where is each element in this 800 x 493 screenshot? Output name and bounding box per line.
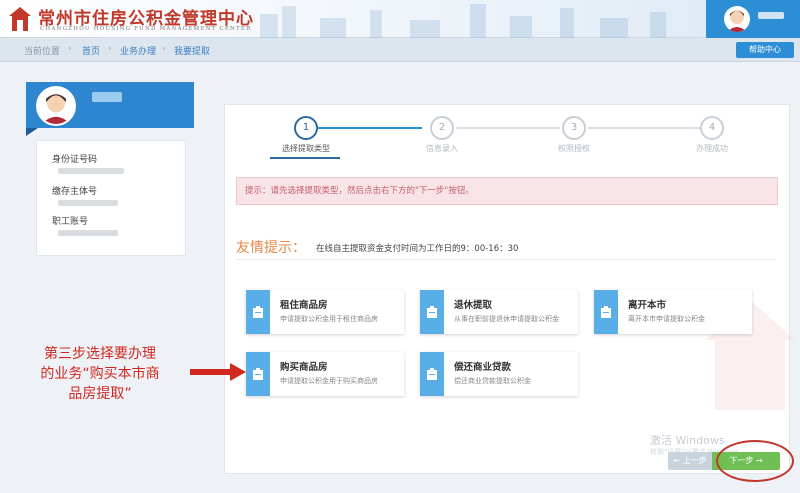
option-desc: 离开本市申请提取公积金 — [628, 315, 705, 323]
id-number-value — [58, 168, 124, 174]
option-desc: 申请提取公积金用于购买商品房 — [280, 377, 378, 385]
option-title: 租住商品房 — [280, 300, 328, 311]
user-menu[interactable] — [706, 0, 800, 38]
right-arrow-icon — [190, 363, 246, 381]
step-4-indicator: 4 — [700, 116, 724, 140]
step-1-indicator: 1 — [294, 116, 318, 140]
document-icon — [420, 290, 444, 334]
annotation-line: 的业务“购买本市商 — [40, 366, 160, 382]
step-connector — [318, 127, 422, 129]
breadcrumb-home[interactable]: 首页 — [82, 44, 100, 57]
option-leave-city[interactable]: 离开本市 离开本市申请提取公积金 — [594, 290, 752, 334]
tutorial-annotation: 第三步选择要办理 的业务“购买本市商 品房提取” — [12, 344, 188, 404]
option-desc: 从事在职前提退休申请提取公积金 — [454, 315, 559, 323]
step-2-indicator: 2 — [430, 116, 454, 140]
option-title: 离开本市 — [628, 300, 667, 311]
highlight-ring — [716, 440, 794, 482]
section-divider — [236, 259, 776, 260]
option-title: 退休提取 — [454, 300, 493, 311]
annotation-line: 品房提取” — [68, 386, 132, 402]
help-center-button[interactable]: 帮助中心 — [736, 42, 794, 58]
instruction-alert: 提示：请先选择提取类型，然后点击右下方的"下一步"按钮。 — [236, 177, 778, 205]
option-retirement[interactable]: 退休提取 从事在职前提退休申请提取公积金 — [420, 290, 578, 334]
active-step-underline — [270, 157, 340, 159]
step-3-label: 权限授权 — [558, 144, 590, 153]
breadcrumb-prefix: 当前位置 — [24, 47, 61, 57]
annotation-line: 第三步选择要办理 — [44, 346, 156, 362]
tip-title: 友情提示： — [236, 240, 306, 256]
document-icon — [246, 352, 270, 396]
employer-number-label: 缴存主体号 — [52, 187, 98, 197]
user-name-redacted — [758, 12, 784, 19]
breadcrumb: 当前位置 › 首页 › 业务办理 › 我要提取 — [0, 38, 800, 62]
option-repay-loan[interactable]: 偿还商业贷款 偿还商业贷款提取公积金 — [420, 352, 578, 396]
step-2-label: 信息录入 — [426, 144, 458, 153]
option-title: 购买商品房 — [280, 362, 328, 373]
step-1-label: 选择提取类型 — [282, 144, 330, 153]
profile-name-redacted — [92, 92, 122, 102]
breadcrumb-separator: › — [162, 44, 166, 54]
account-number-label: 职工账号 — [52, 217, 89, 227]
employer-number-value — [58, 200, 118, 206]
breadcrumb-separator: › — [108, 44, 112, 54]
breadcrumb-withdraw[interactable]: 我要提取 — [174, 44, 210, 57]
site-header: 常州市住房公积金管理中心 CHANGZHOU HOUSING FUND MANA… — [0, 0, 800, 38]
document-icon — [594, 290, 618, 334]
previous-step-button[interactable]: ← 上一步 — [668, 452, 712, 470]
tip-text: 在线自主提取资金支付时间为工作日的9：00-16：30 — [316, 244, 519, 254]
step-4-label: 办理成功 — [696, 144, 728, 153]
house-logo-icon — [9, 7, 31, 31]
account-number-value — [58, 230, 118, 236]
step-connector — [456, 127, 560, 129]
skyline-decoration — [260, 4, 666, 38]
profile-banner-fold — [26, 128, 38, 136]
document-icon — [420, 352, 444, 396]
option-rent-housing[interactable]: 租住商品房 申请提取公积金用于租住商品房 — [246, 290, 404, 334]
document-icon — [246, 290, 270, 334]
option-desc: 申请提取公积金用于租住商品房 — [280, 315, 378, 323]
profile-avatar — [36, 86, 76, 126]
step-connector — [588, 127, 700, 129]
option-buy-housing[interactable]: 购买商品房 申请提取公积金用于购买商品房 — [246, 352, 404, 396]
id-number-label: 身份证号码 — [52, 155, 98, 165]
option-title: 偿还商业贷款 — [454, 362, 512, 373]
breadcrumb-separator: › — [68, 44, 72, 54]
step-3-indicator: 3 — [562, 116, 586, 140]
windows-activation-watermark: 激活 Windows — [650, 434, 725, 447]
option-desc: 偿还商业贷款提取公积金 — [454, 377, 531, 385]
user-avatar — [724, 6, 750, 32]
breadcrumb-business[interactable]: 业务办理 — [120, 44, 156, 57]
site-subtitle: CHANGZHOU HOUSING FUND MANAGEMENT CENTER — [40, 26, 252, 32]
